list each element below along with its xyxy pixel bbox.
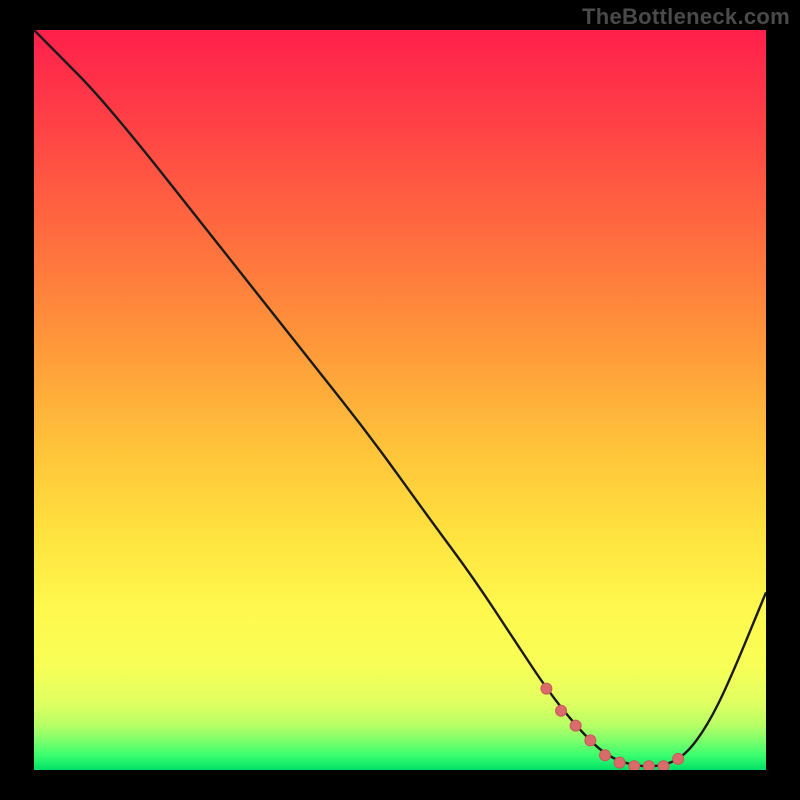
optimal-marker	[614, 757, 625, 768]
curve-line	[34, 30, 766, 766]
chart-frame: TheBottleneck.com	[0, 0, 800, 800]
optimal-marker	[541, 683, 552, 694]
bottleneck-curve	[34, 30, 766, 770]
optimal-marker	[599, 750, 610, 761]
optimal-marker	[585, 735, 596, 746]
optimal-marker	[658, 761, 669, 770]
optimal-marker	[643, 761, 654, 770]
watermark-text: TheBottleneck.com	[582, 4, 790, 30]
plot-area	[34, 30, 766, 770]
optimal-marker	[570, 720, 581, 731]
optimal-marker	[629, 761, 640, 770]
optimal-marker	[673, 753, 684, 764]
optimal-marker	[556, 705, 567, 716]
